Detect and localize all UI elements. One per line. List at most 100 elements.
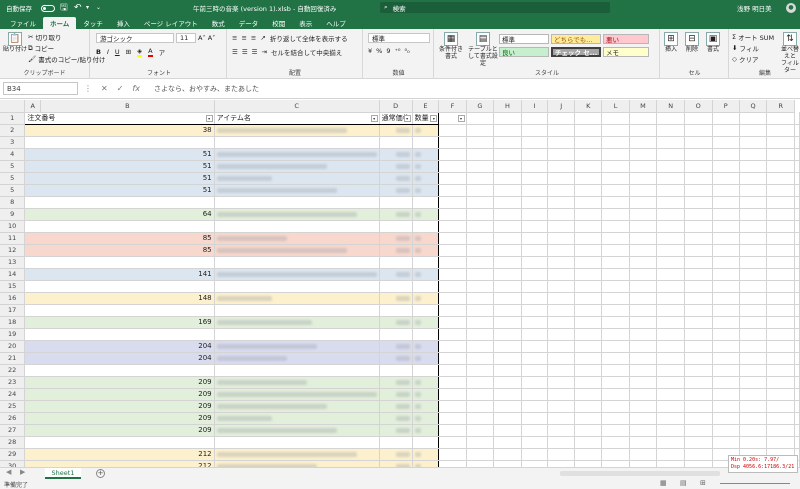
row-header[interactable]: 27	[0, 424, 26, 437]
empty-cell[interactable]: ▾	[438, 112, 467, 125]
empty-cell[interactable]	[438, 244, 467, 257]
indent-icon[interactable]: ⇥	[261, 48, 266, 56]
empty-cell[interactable]	[629, 196, 658, 209]
empty-cell[interactable]	[547, 172, 576, 185]
cell-price[interactable]	[379, 388, 413, 401]
empty-cell[interactable]	[712, 220, 740, 233]
empty-cell[interactable]	[466, 400, 495, 413]
empty-cell[interactable]	[493, 304, 522, 317]
column-header[interactable]: Q	[739, 100, 768, 113]
column-header[interactable]: P	[712, 100, 740, 113]
empty-cell[interactable]	[521, 316, 549, 329]
empty-cell[interactable]	[766, 196, 795, 209]
empty-cell[interactable]	[794, 304, 800, 317]
cell-quantity[interactable]	[412, 160, 440, 173]
empty-cell[interactable]	[466, 244, 495, 257]
empty-cell[interactable]	[547, 388, 576, 401]
row-header[interactable]: 13	[0, 256, 26, 269]
empty-cell[interactable]	[739, 160, 768, 173]
empty-cell[interactable]	[656, 220, 685, 233]
cell-order-number[interactable]: 204	[24, 340, 215, 353]
cell-quantity[interactable]	[412, 400, 440, 413]
empty-cell[interactable]	[521, 424, 549, 437]
cell-price[interactable]	[379, 352, 413, 365]
empty-cell[interactable]	[629, 340, 658, 353]
column-header[interactable]: I	[521, 100, 549, 113]
table-format-button[interactable]: ▤ テーブルとして書式設定	[468, 32, 498, 68]
empty-cell[interactable]	[684, 376, 713, 389]
filter-dropdown-icon[interactable]: ▾	[205, 114, 213, 122]
row-header[interactable]: 21	[0, 352, 26, 365]
fill-button[interactable]: ⬇ フィル	[732, 43, 759, 53]
empty-cell[interactable]	[794, 340, 800, 353]
merge-center-button[interactable]: セルを結合して中央揃え	[271, 47, 342, 57]
empty-cell[interactable]	[739, 256, 768, 269]
empty-cell[interactable]	[766, 400, 795, 413]
empty-cell[interactable]	[493, 256, 522, 269]
empty-cell[interactable]	[601, 292, 630, 305]
empty-cell[interactable]	[684, 172, 713, 185]
cell-quantity[interactable]	[412, 304, 440, 317]
cell-item-name[interactable]	[213, 280, 380, 293]
empty-cell[interactable]	[766, 292, 795, 305]
empty-cell[interactable]	[629, 160, 658, 173]
empty-cell[interactable]	[574, 340, 603, 353]
empty-cell[interactable]	[521, 112, 549, 125]
cell-item-name[interactable]	[213, 184, 380, 197]
column-header[interactable]: E	[412, 100, 440, 113]
search-input[interactable]: ⌕ 検索	[380, 2, 610, 13]
empty-cell[interactable]	[601, 328, 630, 341]
empty-cell[interactable]	[766, 388, 795, 401]
cell-quantity[interactable]	[412, 172, 440, 185]
empty-cell[interactable]	[493, 340, 522, 353]
cell-item-name[interactable]	[213, 208, 380, 221]
empty-cell[interactable]	[466, 460, 495, 467]
filter-dropdown-icon[interactable]: ▾	[370, 114, 378, 122]
cell-order-number[interactable]: 209	[24, 376, 215, 389]
empty-cell[interactable]	[438, 280, 467, 293]
empty-cell[interactable]	[574, 280, 603, 293]
border-icon[interactable]: ⊞	[126, 48, 131, 56]
cell-item-name[interactable]	[213, 424, 380, 437]
empty-cell[interactable]	[574, 244, 603, 257]
empty-cell[interactable]	[656, 172, 685, 185]
empty-cell[interactable]	[739, 196, 768, 209]
empty-cell[interactable]	[712, 124, 740, 137]
cell-quantity[interactable]	[412, 328, 440, 341]
empty-cell[interactable]	[601, 196, 630, 209]
clear-button[interactable]: ◇ クリア	[732, 54, 759, 64]
empty-cell[interactable]	[438, 268, 467, 281]
column-header[interactable]: F	[438, 100, 467, 113]
empty-cell[interactable]	[601, 424, 630, 437]
tab-home[interactable]: ホーム	[43, 17, 77, 29]
empty-cell[interactable]	[438, 340, 467, 353]
empty-cell[interactable]	[766, 220, 795, 233]
empty-cell[interactable]	[656, 208, 685, 221]
empty-cell[interactable]	[794, 412, 800, 425]
sheet-tab-sheet1[interactable]: Sheet1	[45, 468, 81, 479]
cell-item-name[interactable]	[213, 352, 380, 365]
cell-quantity[interactable]	[412, 364, 440, 377]
empty-cell[interactable]	[766, 208, 795, 221]
empty-cell[interactable]	[574, 112, 603, 125]
number-format-select[interactable]: 標準	[368, 33, 430, 43]
row-header[interactable]: 25	[0, 400, 26, 413]
empty-cell[interactable]	[466, 388, 495, 401]
empty-cell[interactable]	[629, 148, 658, 161]
empty-cell[interactable]	[766, 340, 795, 353]
column-header[interactable]: D	[379, 100, 413, 113]
empty-cell[interactable]	[794, 316, 800, 329]
row-header[interactable]: 16	[0, 292, 26, 305]
empty-cell[interactable]	[739, 112, 768, 125]
empty-cell[interactable]	[739, 328, 768, 341]
cell-order-number[interactable]: 85	[24, 232, 215, 245]
empty-cell[interactable]	[601, 352, 630, 365]
empty-cell[interactable]	[601, 172, 630, 185]
empty-cell[interactable]	[601, 412, 630, 425]
empty-cell[interactable]	[794, 196, 800, 209]
empty-cell[interactable]	[712, 268, 740, 281]
empty-cell[interactable]	[574, 160, 603, 173]
empty-cell[interactable]	[739, 124, 768, 137]
empty-cell[interactable]	[493, 316, 522, 329]
cell-quantity[interactable]	[412, 136, 440, 149]
